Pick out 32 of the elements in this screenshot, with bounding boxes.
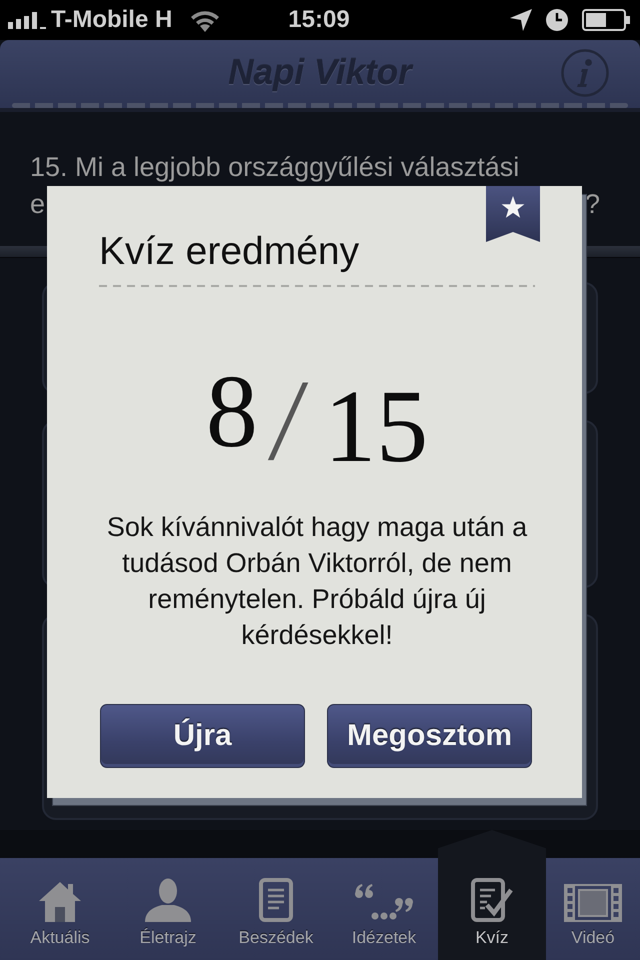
result-message: Sok kívánnivalót hagy maga után a tudásod Orbán Viktorról, de nem reménytelen. Próbáld újra új kérdésekkel! xyxy=(106,511,528,652)
tab-bar-item[interactable]: Videó xyxy=(546,858,640,960)
question-text-fragment: e xyxy=(30,188,46,221)
tab-bar-item[interactable]: Aktuális xyxy=(6,858,114,960)
clock-icon xyxy=(546,9,568,31)
dialog-title: Kvíz eredmény xyxy=(99,230,360,274)
info-icon xyxy=(561,49,609,97)
score-correct: 8 xyxy=(206,360,258,464)
bookmark-ribbon-icon xyxy=(486,186,540,242)
share-button[interactable]: Megosztom xyxy=(327,704,532,768)
question-text-fragment: ? xyxy=(584,188,600,221)
checklist-icon xyxy=(471,878,513,922)
film-strip-icon xyxy=(564,884,622,922)
location-arrow-icon xyxy=(510,9,532,31)
signal-icon xyxy=(8,12,46,28)
status-time: 15:09 xyxy=(288,5,350,35)
score-separator: / xyxy=(266,363,310,479)
question-text: 15. Mi a legjobb országgyűlési választási xyxy=(30,151,520,184)
house-icon xyxy=(37,880,83,922)
tab-bar-item[interactable]: Kvíz xyxy=(438,830,546,960)
wifi-icon xyxy=(189,8,222,32)
quote-icon xyxy=(354,882,414,922)
score-total: 15 xyxy=(324,375,428,479)
retry-button[interactable]: Újra xyxy=(100,704,305,768)
battery-icon xyxy=(582,9,630,31)
person-icon xyxy=(144,878,192,922)
tab-bar-item[interactable]: Beszédek xyxy=(222,858,330,960)
document-icon xyxy=(259,878,293,922)
tab-bar-item[interactable]: Életrajz xyxy=(114,858,222,960)
tab-bar-item[interactable]: Idézetek xyxy=(330,858,438,960)
carrier-name: T-Mobile H xyxy=(51,5,172,35)
info-button[interactable] xyxy=(561,49,609,97)
